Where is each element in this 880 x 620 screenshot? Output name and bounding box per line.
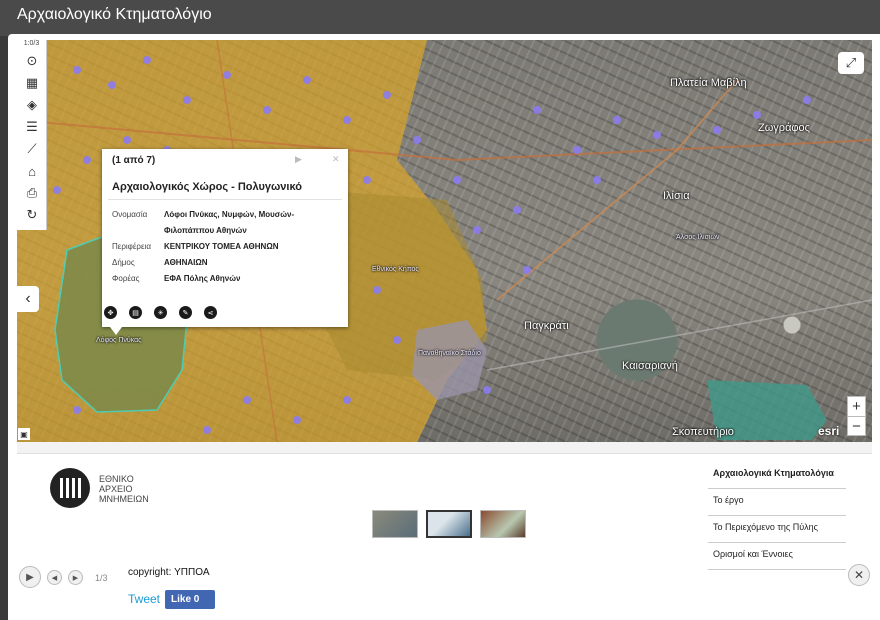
map-label-kaisariani: Καισαριανή <box>622 360 678 372</box>
layers-icon[interactable]: ◈ <box>17 94 47 116</box>
like-label: Like 0 <box>171 594 200 605</box>
popup-row-value: ΑΘΗΝΑΙΩΝ <box>164 258 208 267</box>
zoom-to-icon[interactable]: ✥ <box>104 306 117 319</box>
thumbnail-1[interactable] <box>372 510 418 538</box>
popup-title: Αρχαιολογικός Χώρος - Πολυγωνικό <box>112 181 302 193</box>
list-icon[interactable]: ☰ <box>17 116 47 138</box>
popup-row-value: Λόφοι Πνύκας, Νυμφών, Μουσών-Φιλοπάππου … <box>164 210 295 235</box>
copyright-text: copyright: ΥΠΠΟΑ <box>128 567 210 578</box>
map-label-alsos: Άλσος Ιλισίων <box>676 234 720 241</box>
close-lightbox-button[interactable]: ✕ <box>848 564 870 586</box>
archive-logo-icon[interactable] <box>50 468 90 508</box>
popup-row-value: ΕΦΑ Πόλης Αθηνών <box>164 274 241 283</box>
popup-row-key: Φορέας <box>112 274 140 283</box>
popup-row-key: Ονομασία <box>112 210 148 219</box>
map-label-ilisia: Ιλίσια <box>663 190 690 202</box>
popup-close-icon[interactable]: ✕ <box>332 154 340 165</box>
popup-row-agency: Φορέας ΕΦΑ Πόλης Αθηνών <box>112 271 344 287</box>
popup-row-region: Περιφέρεια ΚΕΝΤΡΙΚΟΥ ΤΟΜΕΑ ΑΘΗΝΩΝ <box>112 239 344 255</box>
facebook-like-button[interactable]: Like 0 <box>165 590 215 609</box>
menu-item-cadastres[interactable]: Αρχαιολογικά Κτηματολόγια <box>708 462 846 489</box>
print-icon[interactable]: ⎙ <box>17 182 47 204</box>
previous-button[interactable]: ◀ <box>47 570 62 585</box>
fullscreen-icon[interactable]: ⤢ <box>838 52 864 74</box>
zoom-out-button[interactable]: − <box>848 416 865 435</box>
collapse-panel-button[interactable]: ‹ <box>17 286 39 312</box>
archive-logo-text: ΕΘΝΙΚΟ ΑΡΧΕΙΟ ΜΝΗΜΕΙΩΝ <box>99 474 149 504</box>
grid-icon[interactable]: ▦ <box>17 72 47 94</box>
locate-icon[interactable]: ⊙ <box>17 50 47 72</box>
popup-row-value: ΚΕΝΤΡΙΚΟΥ ΤΟΜΕΑ ΑΘΗΝΩΝ <box>164 242 279 251</box>
tweet-link[interactable]: Tweet <box>128 592 160 606</box>
edit-icon[interactable]: ✎ <box>179 306 192 319</box>
map-toolbar: 1:0/3 ⊙ ▦ ◈ ☰ ⟋ ⌂ ⎙ ↻ <box>17 40 47 230</box>
popup-row-key: Δήμος <box>112 258 135 267</box>
popup-pointer <box>110 327 122 335</box>
slide-counter: 1/3 <box>95 573 108 583</box>
measure-icon[interactable]: ⌂ <box>17 160 47 182</box>
lightbox-edge <box>8 40 17 560</box>
thumbnail-3[interactable] <box>480 510 526 538</box>
popup-divider <box>108 199 342 200</box>
refresh-icon[interactable]: ↻ <box>17 204 47 226</box>
map-label-stadium: Παναθηναϊκό Στάδιο <box>418 350 481 357</box>
popup-row-key: Περιφέρεια <box>112 242 151 251</box>
thumbnail-2[interactable] <box>426 510 472 538</box>
toolbar-top-label: 1:0/3 <box>23 40 40 47</box>
map-label-pnyx: Λόφος Πνύκας <box>96 337 142 344</box>
play-button[interactable]: ▶ <box>19 566 41 588</box>
map-label-skopeftirio: Σκοπευτήριο <box>672 426 734 438</box>
next-button[interactable]: ▶ <box>68 570 83 585</box>
site-menu: Αρχαιολογικά Κτηματολόγια Το έργο Το Περ… <box>708 462 846 570</box>
menu-item-portal-content[interactable]: Το Περιεχόμενο της Πύλης <box>708 516 846 543</box>
map-label-mavili: Πλατεία Μαβίλη <box>670 77 747 89</box>
esri-attribution: esri <box>818 424 840 438</box>
overview-map-icon[interactable]: ▣ <box>18 428 30 440</box>
feature-popup: (1 από 7) ▶ ✕ Αρχαιολογικός Χώρος - Πολυ… <box>102 149 348 335</box>
menu-item-project[interactable]: Το έργο <box>708 489 846 516</box>
map-label-pagkrati: Παγκράτι <box>524 320 569 332</box>
popup-next-icon[interactable]: ▶ <box>295 154 302 165</box>
map-label-zografos: Ζωγράφος <box>758 122 810 134</box>
window-title: Αρχαιολογικό Κτηματολόγιο <box>17 6 212 23</box>
popup-actions: ✥ ▤ ✳ ✎ ⋖ <box>104 306 217 319</box>
content-divider-bar <box>17 442 872 454</box>
popup-row-name: Ονομασία Λόφοι Πνύκας, Νυμφών, Μουσών-Φι… <box>112 207 344 239</box>
directions-icon[interactable]: ✳ <box>154 306 167 319</box>
popup-row-municipality: Δήμος ΑΘΗΝΑΙΩΝ <box>112 255 344 271</box>
zoom-in-button[interactable]: + <box>848 397 865 416</box>
menu-item-definitions[interactable]: Ορισμοί και Έννοιες <box>708 543 846 570</box>
share-icon[interactable]: ⋖ <box>204 306 217 319</box>
attachment-icon[interactable]: ▤ <box>129 306 142 319</box>
ruler-icon[interactable]: ⟋ <box>17 138 47 160</box>
map-label-national-garden: Εθνικός Κήπος <box>372 266 419 273</box>
zoom-control: + − <box>847 396 866 436</box>
popup-count: (1 από 7) <box>112 155 156 166</box>
gallery-thumbnails <box>372 510 526 538</box>
